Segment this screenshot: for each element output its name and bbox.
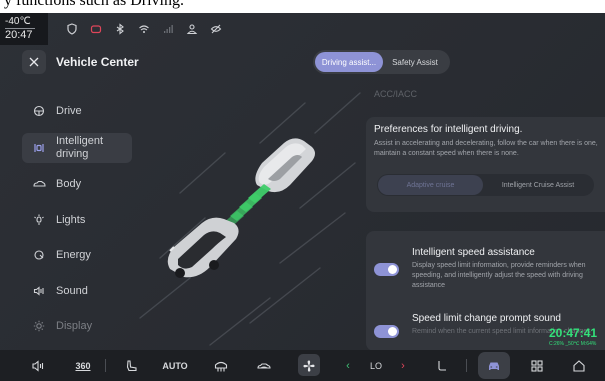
sidebar-item-energy[interactable]: Energy [22, 238, 132, 274]
bluetooth-icon [108, 22, 132, 36]
home-icon [573, 359, 585, 372]
bottom-dock: 360 AUTO ‹ LO › [0, 350, 605, 381]
lane-assist-icon [32, 141, 46, 155]
setting-title: Speed limit change prompt sound [412, 313, 561, 324]
seat-heat-icon [438, 360, 446, 371]
dock-divider [466, 359, 467, 372]
signal-icon [156, 22, 180, 36]
temp-up-button[interactable]: › [396, 350, 410, 381]
car-icon [257, 362, 271, 369]
lead-vehicle [255, 138, 315, 193]
energy-icon [32, 248, 46, 262]
seat-icon [126, 359, 137, 371]
speaker-icon [32, 359, 44, 372]
overlay-info: C:26% _50℃ M:64% [549, 341, 597, 347]
climate-auto-button[interactable]: AUTO [162, 350, 188, 381]
sidebar-item-label: Sound [56, 284, 88, 297]
preferences-description: Assist in accelerating and decelerating,… [374, 140, 598, 157]
status-clock: 20:47 [5, 29, 33, 41]
car-body-icon [32, 177, 46, 191]
sidebar-item-body[interactable]: Body [22, 167, 132, 203]
sidebar-item-sound[interactable]: Sound [22, 273, 132, 309]
wifi-icon [132, 22, 156, 36]
option-adaptive-cruise[interactable]: Adaptive cruise [378, 175, 483, 195]
caption-text: y functions such as Driving. [4, 0, 184, 9]
rear-defrost-icon [214, 361, 228, 371]
outside-temperature: -40℃ [5, 16, 35, 29]
sidebar-item-label: driving [56, 147, 89, 160]
brightness-icon [32, 319, 46, 333]
temperature-value: LO [369, 360, 382, 371]
close-icon [29, 57, 39, 67]
light-icon [32, 213, 46, 227]
sidebar-item-lights[interactable]: Lights [22, 202, 132, 238]
chevron-left-icon: ‹ [346, 359, 350, 372]
tab-driving-assist[interactable]: Driving assist... [315, 52, 383, 72]
ego-vehicle [167, 217, 239, 278]
camera-360-button[interactable]: 360 [72, 350, 94, 381]
seat-button[interactable] [123, 350, 141, 381]
preferences-title: Preferences for intelligent driving. [374, 124, 523, 135]
status-bar: -40℃ 20:47 [0, 13, 605, 45]
page-title: Vehicle Center [56, 55, 139, 69]
person-icon [180, 22, 204, 36]
cruise-mode-selector: Adaptive cruise Intelligent Cruise Assis… [377, 174, 594, 196]
apps-icon [531, 359, 543, 372]
vehicle-center-screen: -40℃ 20:47 Vehicle Center Driving assist… [0, 13, 605, 381]
tab-group: Driving assist... Safety Assist [313, 50, 450, 74]
fan-button[interactable] [298, 350, 320, 381]
overlay-clock: 20:47:41 [549, 326, 598, 340]
steering-wheel-icon [32, 104, 46, 118]
road-lines [139, 92, 361, 346]
sidebar-item-label: Intelligent [56, 134, 104, 147]
temp-down-button[interactable]: ‹ [341, 350, 355, 381]
vehicle-settings-button[interactable] [478, 350, 510, 381]
sidebar-item-display[interactable]: Display [22, 309, 132, 345]
sidebar-item-label: Lights [56, 213, 86, 226]
tab-safety-assist[interactable]: Safety Assist [383, 52, 447, 72]
sidebar-item-intelligent-driving[interactable]: Intelligent driving [22, 132, 132, 163]
setting-description: Display speed limit information, provide… [412, 262, 586, 289]
sidebar-item-drive[interactable]: Drive [22, 93, 132, 129]
sidebar-item-label: Drive [56, 104, 82, 117]
section-title: ACC/IACC [374, 89, 418, 99]
sidebar: Drive Intelligent driving Body Lights En… [22, 93, 132, 344]
shield-icon [60, 22, 84, 36]
apps-button[interactable] [529, 350, 545, 381]
speed-assistance-toggle[interactable] [374, 263, 399, 276]
battery-icon [84, 22, 108, 36]
driving-scene-illustration [139, 92, 361, 346]
volume-button[interactable] [28, 350, 48, 381]
setting-title: Intelligent speed assistance [412, 247, 535, 258]
eye-off-icon [204, 22, 228, 36]
fan-icon [303, 359, 315, 372]
preferences-card: Preferences for intelligent driving. Ass… [366, 117, 605, 212]
sidebar-item-label: Energy [56, 249, 91, 262]
sidebar-item-label: Display [56, 320, 93, 333]
seat-heat-button[interactable] [432, 350, 452, 381]
temp-time-block: -40℃ 20:47 [0, 13, 48, 45]
rear-defrost-button[interactable] [211, 350, 231, 381]
sidebar-item-label: Body [56, 178, 82, 191]
dock-divider [105, 359, 106, 372]
car-settings-icon [489, 362, 499, 370]
close-button[interactable] [22, 50, 46, 74]
option-intelligent-cruise-assist[interactable]: Intelligent Cruise Assist [483, 175, 593, 195]
prompt-sound-toggle[interactable] [374, 325, 399, 338]
car-air-button[interactable] [253, 350, 275, 381]
home-button[interactable] [571, 350, 587, 381]
speaker-icon [32, 284, 46, 298]
chevron-right-icon: › [401, 359, 405, 372]
